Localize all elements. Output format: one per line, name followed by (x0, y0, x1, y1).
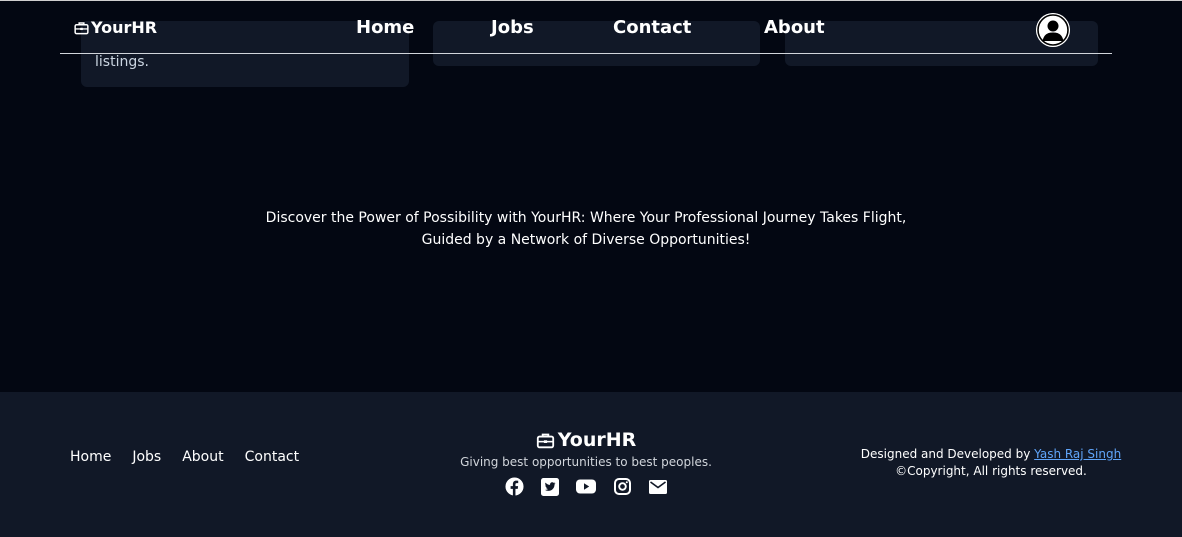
tagline: Discover the Power of Possibility with Y… (0, 207, 1172, 251)
brand-name: YourHR (91, 18, 158, 37)
credit-line: Designed and Developed by Yash Raj Singh (848, 446, 1134, 463)
tagline-line-1: Discover the Power of Possibility with Y… (265, 210, 907, 226)
instagram-icon[interactable] (612, 477, 632, 497)
footer-credits: Designed and Developed by Yash Raj Singh… (848, 446, 1134, 480)
nav-contact-link[interactable]: Contact (613, 17, 691, 38)
nav-jobs-link[interactable]: Jobs (491, 17, 534, 38)
footer-brand-name: YourHR (557, 429, 637, 451)
main-section: listings. YourHR Home Jobs Contact About (0, 0, 1182, 392)
credit-prefix: Designed and Developed by (860, 447, 1035, 461)
card-text: listings. (95, 54, 149, 70)
nav-about-link[interactable]: About (764, 17, 825, 38)
copyright-text: ©Copyright, All rights reserved. (895, 464, 1087, 478)
footer-brand: YourHR (536, 429, 637, 451)
brand-logo[interactable]: YourHR (74, 18, 157, 37)
footer: Home Jobs About Contact YourHR Giving be… (0, 392, 1182, 537)
briefcase-icon (74, 21, 89, 34)
mail-icon[interactable] (648, 477, 668, 497)
author-link[interactable]: Yash Raj Singh (1034, 447, 1121, 461)
tagline-line-2: Guided by a Network of Diverse Opportuni… (421, 232, 751, 248)
user-avatar-icon[interactable] (1036, 13, 1070, 47)
briefcase-icon (536, 433, 554, 448)
nav-home-link[interactable]: Home (356, 17, 414, 38)
navbar: YourHR Home Jobs Contact About (60, 2, 1112, 54)
facebook-icon[interactable] (504, 477, 524, 497)
youtube-icon[interactable] (576, 477, 596, 497)
twitter-icon[interactable] (540, 477, 560, 497)
